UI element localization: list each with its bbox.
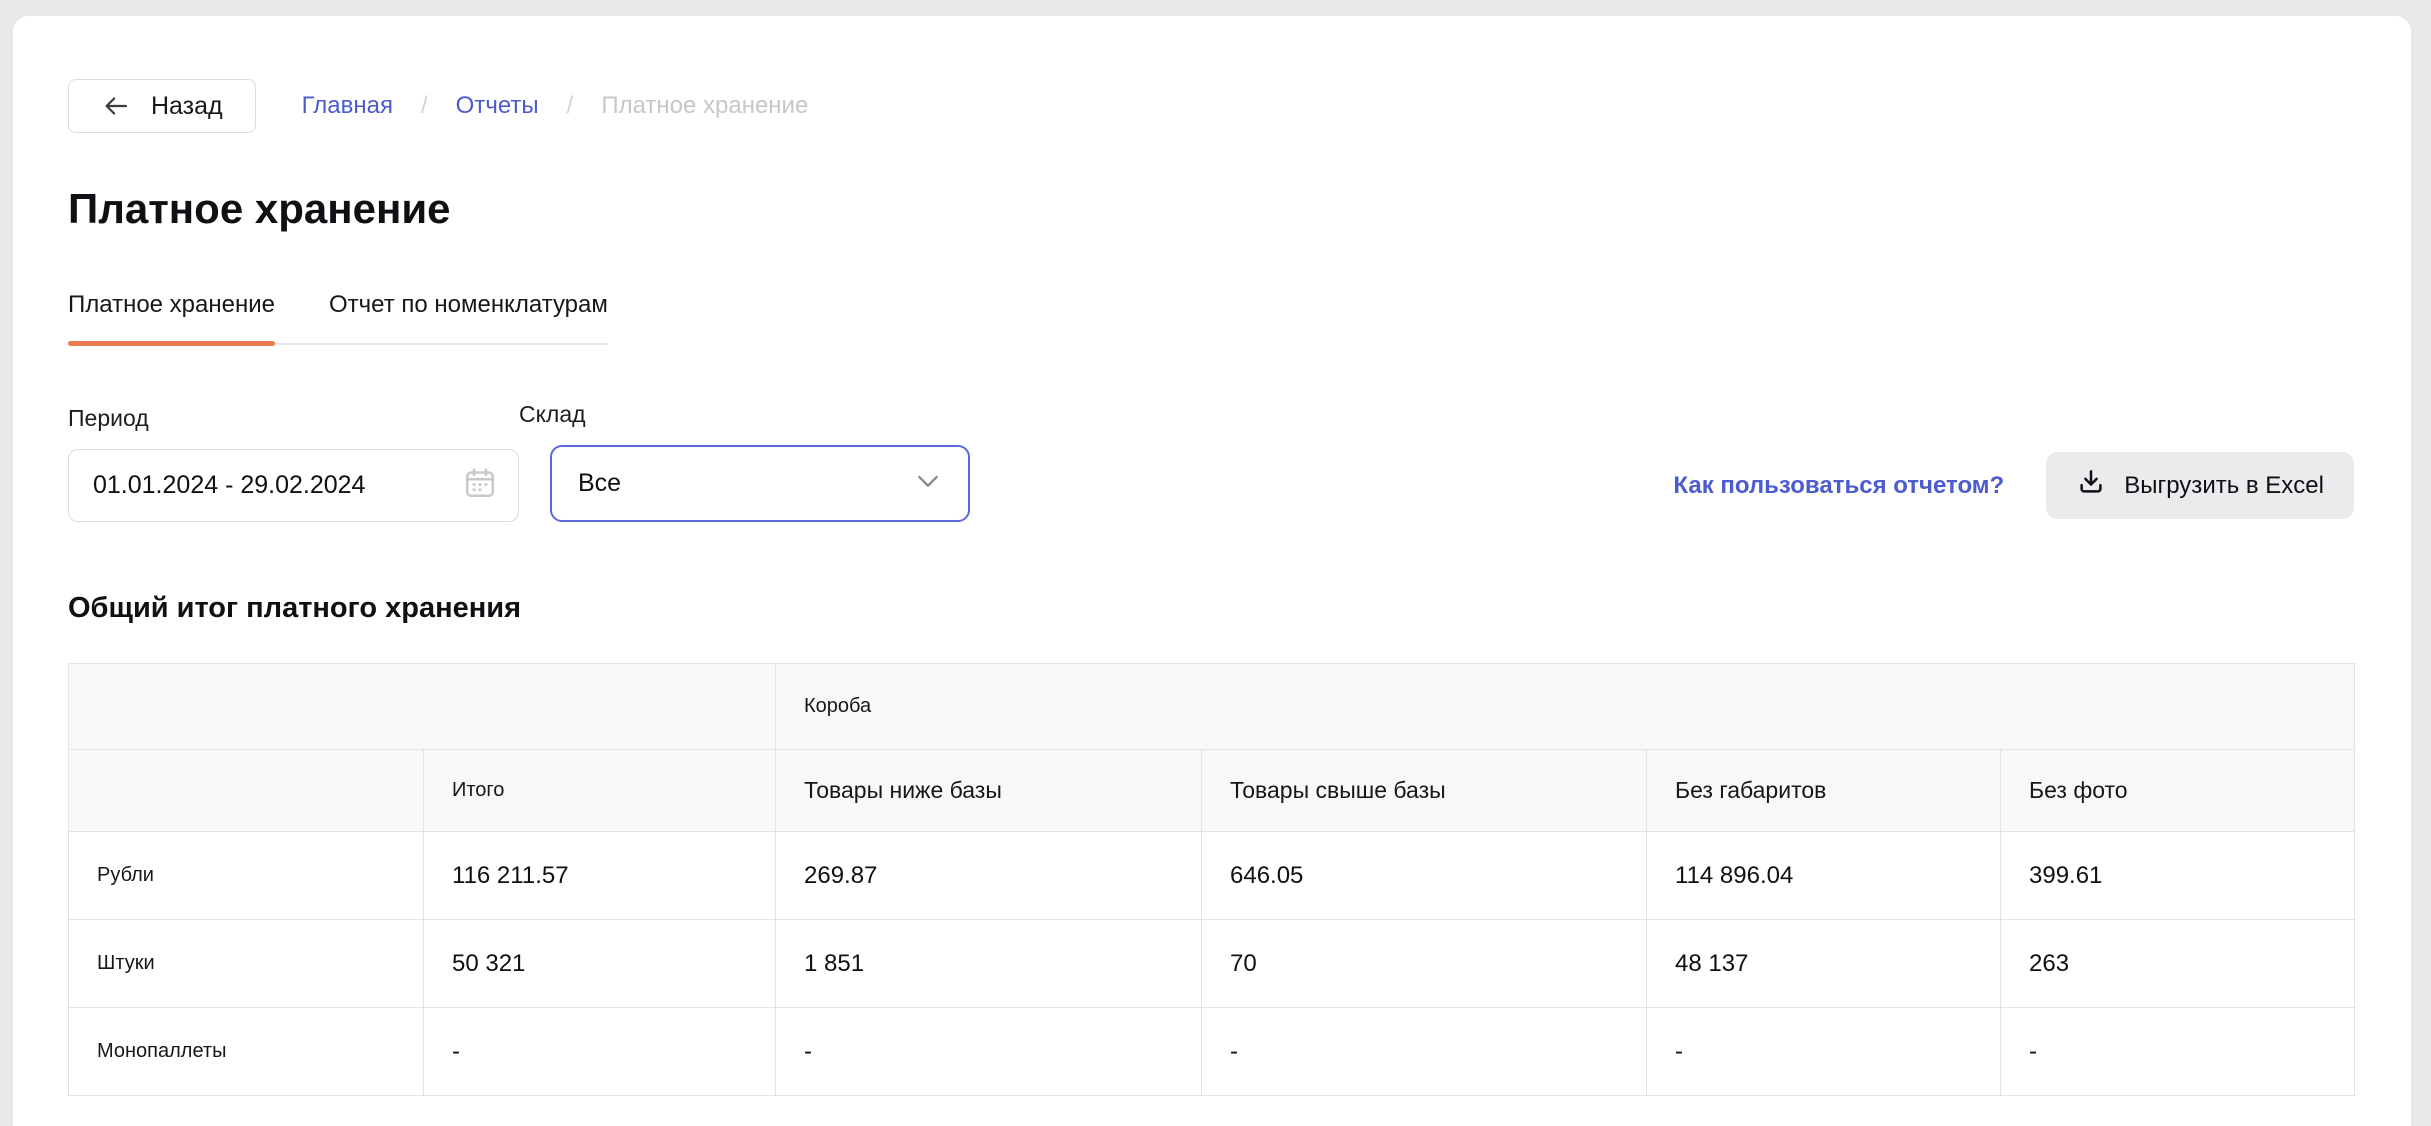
back-button-label: Назад [151,92,223,121]
table-cell: - [776,1008,1202,1096]
period-value: 01.01.2024 - 29.02.2024 [93,471,448,500]
warehouse-select[interactable]: Все [550,445,970,522]
tab-nomenclature-report[interactable]: Отчет по номенклатурам [329,291,608,343]
row-label: Монопаллеты [69,1008,424,1096]
breadcrumb-item-reports[interactable]: Отчеты [456,92,539,120]
empty-group-cell [69,664,776,750]
table-column-header-row: Итого Товары ниже базы Товары свыше базы… [69,750,2355,832]
warehouse-label: Склад [519,401,970,428]
table-cell: - [1647,1008,2001,1096]
summary-heading: Общий итог платного хранения [68,592,2354,625]
period-input[interactable]: 01.01.2024 - 29.02.2024 [68,449,519,522]
table-cell: - [424,1008,776,1096]
breadcrumb-separator: / [421,92,428,120]
back-arrow-icon [101,91,131,121]
table-cell: 646.05 [1202,832,1647,920]
column-header-total: Итого [424,750,776,832]
row-label: Рубли [69,832,424,920]
group-header-boxes: Короба [776,664,2355,750]
export-to-excel-button[interactable]: Выгрузить в Excel [2046,452,2354,519]
table-cell: 1 851 [776,920,1202,1008]
calendar-icon[interactable] [462,465,498,506]
breadcrumb-item-current: Платное хранение [601,92,808,120]
table-cell: 48 137 [1647,920,2001,1008]
paid-storage-report-page: { "toolbar": { "back_label": "Назад", "b… [0,0,2431,1126]
paid-storage-summary-table: Короба Итого Товары ниже базы Товары свы… [68,663,2355,1096]
export-button-label: Выгрузить в Excel [2124,472,2324,500]
warehouse-selected-value: Все [578,469,912,498]
breadcrumb-item-home[interactable]: Главная [302,92,393,120]
table-row-pieces: Штуки 50 321 1 851 70 48 137 263 [69,920,2355,1008]
table-cell: 263 [2001,920,2355,1008]
report-actions: Как пользоваться отчетом? Выгрузить в Ex… [1673,452,2354,522]
table-group-header-row: Короба [69,664,2355,750]
period-filter: Период 01.01.2024 - 29.02.2024 [68,405,519,522]
table-cell: 116 211.57 [424,832,776,920]
period-label: Период [68,405,519,432]
table-cell: 399.61 [2001,832,2355,920]
table-cell: - [2001,1008,2355,1096]
column-header-above-base: Товары свыше базы [1202,750,1647,832]
topbar: Назад Главная / Отчеты / Платное хранени… [68,79,2354,133]
column-header-no-dimensions: Без габаритов [1647,750,2001,832]
chevron-down-icon [912,465,944,502]
breadcrumb-separator: / [567,92,574,120]
tab-paid-storage[interactable]: Платное хранение [68,291,275,343]
breadcrumb: Главная / Отчеты / Платное хранение [302,92,809,120]
column-header-below-base: Товары ниже базы [776,750,1202,832]
warehouse-filter: Склад Все [519,401,970,522]
empty-header-cell [69,750,424,832]
table-row-rubles: Рубли 116 211.57 269.87 646.05 114 896.0… [69,832,2355,920]
table-cell: 114 896.04 [1647,832,2001,920]
table-cell: 50 321 [424,920,776,1008]
back-button[interactable]: Назад [68,79,256,133]
table-cell: 269.87 [776,832,1202,920]
tab-bar: Платное хранение Отчет по номенклатурам [68,291,608,345]
column-header-no-photo: Без фото [2001,750,2355,832]
table-cell: - [1202,1008,1647,1096]
table-cell: 70 [1202,920,1647,1008]
page-title: Платное хранение [68,185,2354,233]
content-card: Назад Главная / Отчеты / Платное хранени… [13,16,2411,1126]
filters-row: Период 01.01.2024 - 29.02.2024 Склад Все [68,401,2354,522]
row-label: Штуки [69,920,424,1008]
table-row-monopallets: Монопаллеты - - - - - [69,1008,2355,1096]
download-icon [2076,467,2106,504]
how-to-use-report-link[interactable]: Как пользоваться отчетом? [1673,472,2004,500]
